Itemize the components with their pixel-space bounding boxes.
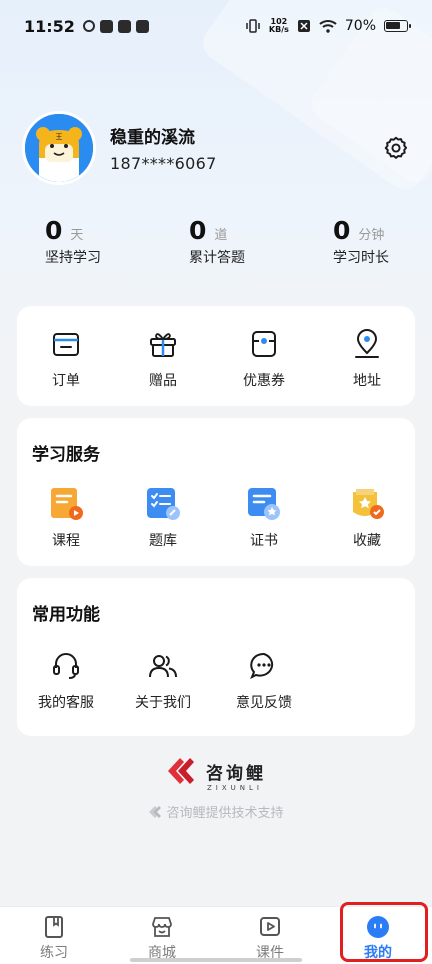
tab-store[interactable]: 商城 <box>108 907 216 964</box>
stat-value: 0 <box>189 216 207 245</box>
stat-label: 累计答题 <box>189 250 245 266</box>
coupon-button[interactable]: 优惠券 <box>219 324 309 390</box>
gift-button[interactable]: 赠品 <box>118 324 208 390</box>
customer-service-button[interactable]: 我的客服 <box>21 646 111 712</box>
home-indicator <box>130 958 302 962</box>
address-label: 地址 <box>353 373 381 389</box>
section-title: 学习服务 <box>32 445 100 465</box>
study-stats: 0 天 坚持学习 0 道 累计答题 0 分钟 学习时长 <box>0 216 432 276</box>
stat-value: 0 <box>333 216 351 245</box>
common-functions-card: 常用功能 我的客服 关于我们 意见反馈 <box>17 578 415 736</box>
play-notification-icon <box>117 19 131 33</box>
battery-percent: 70% <box>344 18 376 34</box>
order-button[interactable]: 订单 <box>21 324 111 390</box>
address-button[interactable]: 地址 <box>322 324 412 390</box>
stat-unit: 道 <box>214 228 228 243</box>
user-name: 稳重的溪流 <box>110 128 195 148</box>
study-services-card: 学习服务 课程 题库 证书 收藏 <box>17 418 415 566</box>
course-icon <box>51 488 83 520</box>
stat-study-time: 0 分钟 学习时长 <box>333 216 389 267</box>
profile-header: 王 稳重的溪流 187****6067 <box>22 110 414 186</box>
store-icon <box>152 917 172 937</box>
location-icon <box>355 329 379 358</box>
brand-name: 咨询鲤 <box>206 763 266 784</box>
users-icon <box>149 655 177 678</box>
practice-icon <box>45 916 63 938</box>
stat-unit: 分钟 <box>358 228 385 243</box>
tab-practice[interactable]: 练习 <box>0 907 108 964</box>
about-us-label: 关于我们 <box>135 695 191 711</box>
stat-value: 0 <box>45 216 63 245</box>
order-label: 订单 <box>52 373 80 389</box>
app-notification-icon <box>99 19 113 33</box>
highlight-box <box>340 902 428 962</box>
battery-icon <box>384 20 411 32</box>
question-bank-label: 题库 <box>149 533 177 549</box>
courseware-icon <box>260 917 280 936</box>
settings-button[interactable] <box>378 130 414 166</box>
stat-label: 学习时长 <box>333 250 389 266</box>
stat-answered: 0 道 累计答题 <box>189 216 245 267</box>
wallet-icon <box>53 333 79 356</box>
tab-label: 练习 <box>40 945 68 961</box>
question-bank-icon <box>147 488 180 520</box>
tab-courseware[interactable]: 课件 <box>216 907 324 964</box>
gear-icon <box>384 136 408 159</box>
certificate-label: 证书 <box>250 533 278 549</box>
quick-actions-card: 订单 赠品 优惠券 地址 <box>17 306 415 406</box>
net-speed-unit: KB/s <box>268 25 289 34</box>
gift-icon <box>150 333 176 357</box>
feedback-label: 意见反馈 <box>236 695 292 711</box>
wifi-icon <box>319 20 337 33</box>
section-title: 常用功能 <box>32 605 100 625</box>
notification-icons <box>82 19 149 33</box>
stat-label: 坚持学习 <box>45 250 101 266</box>
certificate-button[interactable]: 证书 <box>219 484 309 550</box>
coupon-icon <box>252 331 276 357</box>
notification-icon <box>82 20 95 32</box>
certificate-icon <box>248 488 280 520</box>
no-sim-icon <box>297 20 310 32</box>
stat-study-days: 0 天 坚持学习 <box>45 216 101 267</box>
stat-unit: 天 <box>70 228 84 243</box>
favorite-button[interactable]: 收藏 <box>322 484 412 550</box>
feedback-button[interactable]: 意见反馈 <box>219 646 309 712</box>
svg-text:王: 王 <box>56 133 63 141</box>
course-label: 课程 <box>52 533 80 549</box>
question-bank-button[interactable]: 题库 <box>118 484 208 550</box>
tech-support-text: 咨询鲤提供技术支持 <box>166 806 284 821</box>
headset-icon <box>53 653 79 679</box>
gift-label: 赠品 <box>149 373 177 389</box>
tiger-avatar-icon: 王 <box>25 114 93 182</box>
customer-service-label: 我的客服 <box>38 695 94 711</box>
user-phone: 187****6067 <box>110 154 217 173</box>
brand-logo-icon <box>168 758 194 784</box>
course-button[interactable]: 课程 <box>21 484 111 550</box>
status-time: 11:52 <box>24 16 75 36</box>
net-speed: 102 KB/s <box>269 18 289 34</box>
brand-small-icon <box>149 805 162 818</box>
chat-bubble-icon <box>250 652 274 680</box>
favorite-icon <box>353 489 384 519</box>
tech-support: 咨询鲤提供技术支持 <box>148 802 284 821</box>
brand-latin: ZIXUNLI <box>207 784 263 792</box>
about-us-button[interactable]: 关于我们 <box>118 646 208 712</box>
avatar[interactable]: 王 <box>22 111 96 185</box>
app-notification-icon <box>135 19 149 33</box>
coupon-label: 优惠券 <box>243 373 285 389</box>
brand-footer: 咨询鲤 ZIXUNLI 咨询鲤提供技术支持 <box>0 756 432 821</box>
status-bar: 11:52 102 KB/s 70% <box>0 0 432 52</box>
favorite-label: 收藏 <box>353 533 381 549</box>
vibrate-icon <box>246 19 260 33</box>
